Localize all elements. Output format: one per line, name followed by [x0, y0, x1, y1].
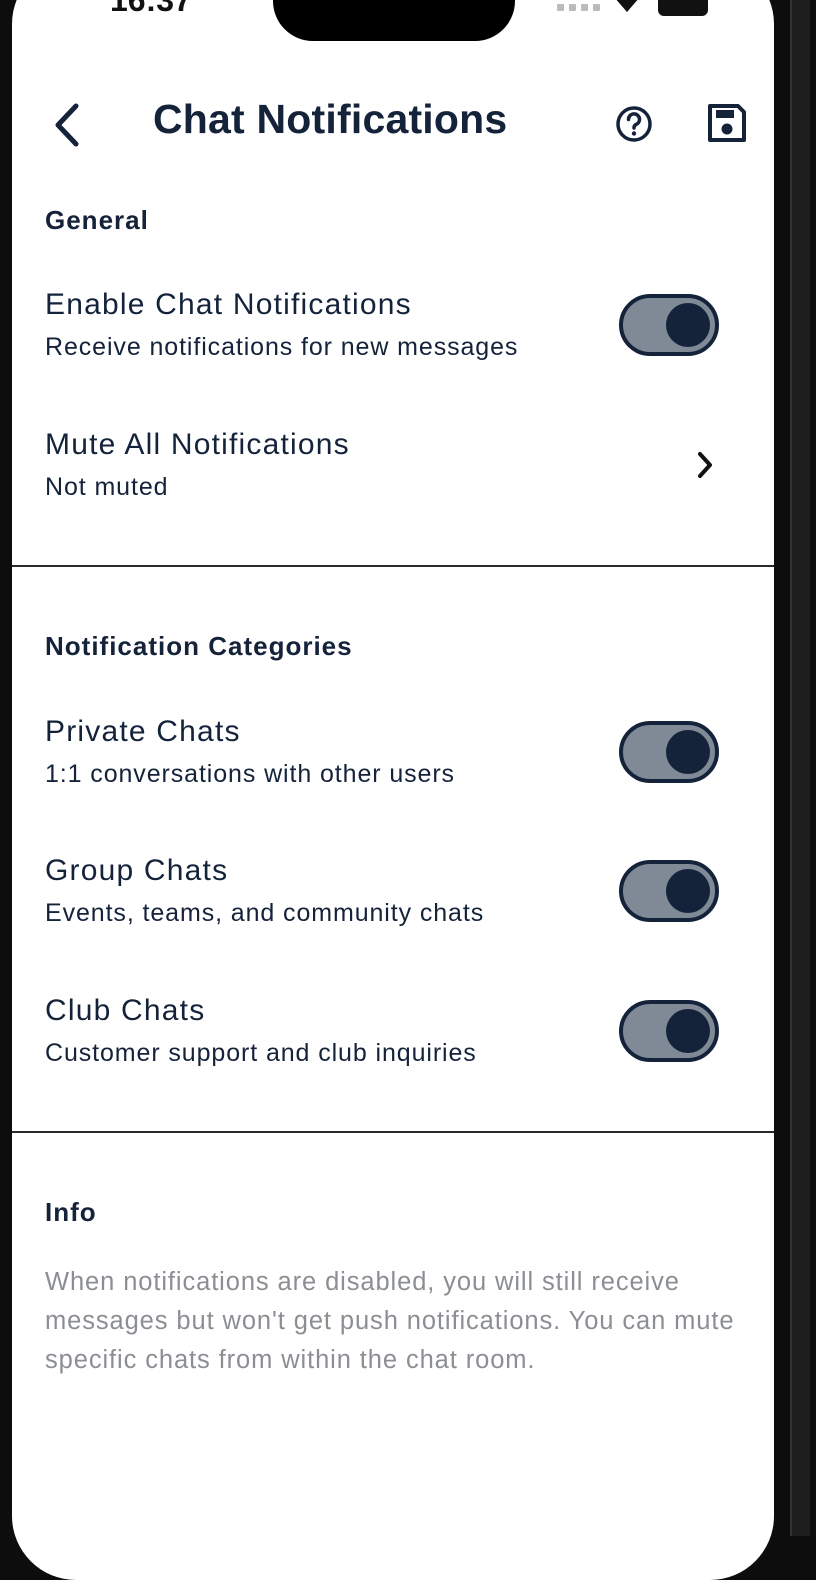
section-title-general: General	[45, 205, 149, 235]
toggle-knob	[666, 303, 710, 347]
floppy-disk-icon[interactable]	[706, 102, 748, 144]
chevron-left-icon[interactable]	[48, 102, 88, 148]
app-header: Chat Notifications	[12, 90, 774, 160]
row-group-chats[interactable]: Group Chats Events, teams, and community…	[12, 854, 774, 934]
section-title-info: Info	[45, 1197, 97, 1227]
wifi-icon	[616, 0, 638, 12]
section-divider	[12, 565, 774, 567]
row-title: Club Chats	[45, 994, 206, 1027]
row-subtitle: Receive notifications for new messages	[45, 333, 519, 361]
row-private-chats[interactable]: Private Chats 1:1 conversations with oth…	[12, 715, 774, 795]
help-circle-icon[interactable]	[614, 104, 654, 144]
toggle-knob	[666, 730, 710, 774]
section-divider	[12, 1131, 774, 1133]
row-title: Mute All Notifications	[45, 428, 350, 461]
device-bezel	[790, 0, 810, 1536]
club-chats-toggle[interactable]	[619, 1000, 719, 1062]
info-text: When notifications are disabled, you wil…	[45, 1268, 735, 1374]
row-title: Private Chats	[45, 715, 241, 748]
section-title-categories: Notification Categories	[45, 631, 353, 661]
app-screen: 16:37 Chat Notifications General Enable …	[12, 0, 774, 1580]
row-subtitle: 1:1 conversations with other users	[45, 760, 455, 788]
row-enable-chat-notifications[interactable]: Enable Chat Notifications Receive notifi…	[12, 288, 774, 368]
private-chats-toggle[interactable]	[619, 721, 719, 783]
page-title: Chat Notifications	[153, 96, 508, 142]
row-subtitle: Not muted	[45, 473, 169, 501]
device-frame: 16:37 Chat Notifications General Enable …	[0, 0, 816, 1580]
enable-notifications-toggle[interactable]	[619, 294, 719, 356]
toggle-knob	[666, 869, 710, 913]
row-title: Group Chats	[45, 854, 229, 887]
row-subtitle: Customer support and club inquiries	[45, 1039, 477, 1067]
cellular-signal-icon	[557, 4, 600, 11]
row-title: Enable Chat Notifications	[45, 288, 412, 321]
chevron-right-icon	[698, 452, 712, 478]
row-club-chats[interactable]: Club Chats Customer support and club inq…	[12, 994, 774, 1074]
row-subtitle: Events, teams, and community chats	[45, 899, 485, 927]
battery-icon	[658, 0, 708, 16]
group-chats-toggle[interactable]	[619, 860, 719, 922]
status-time: 16:37	[110, 0, 192, 18]
row-mute-all-notifications[interactable]: Mute All Notifications Not muted	[12, 428, 774, 508]
toggle-knob	[666, 1009, 710, 1053]
dynamic-island	[273, 0, 515, 41]
